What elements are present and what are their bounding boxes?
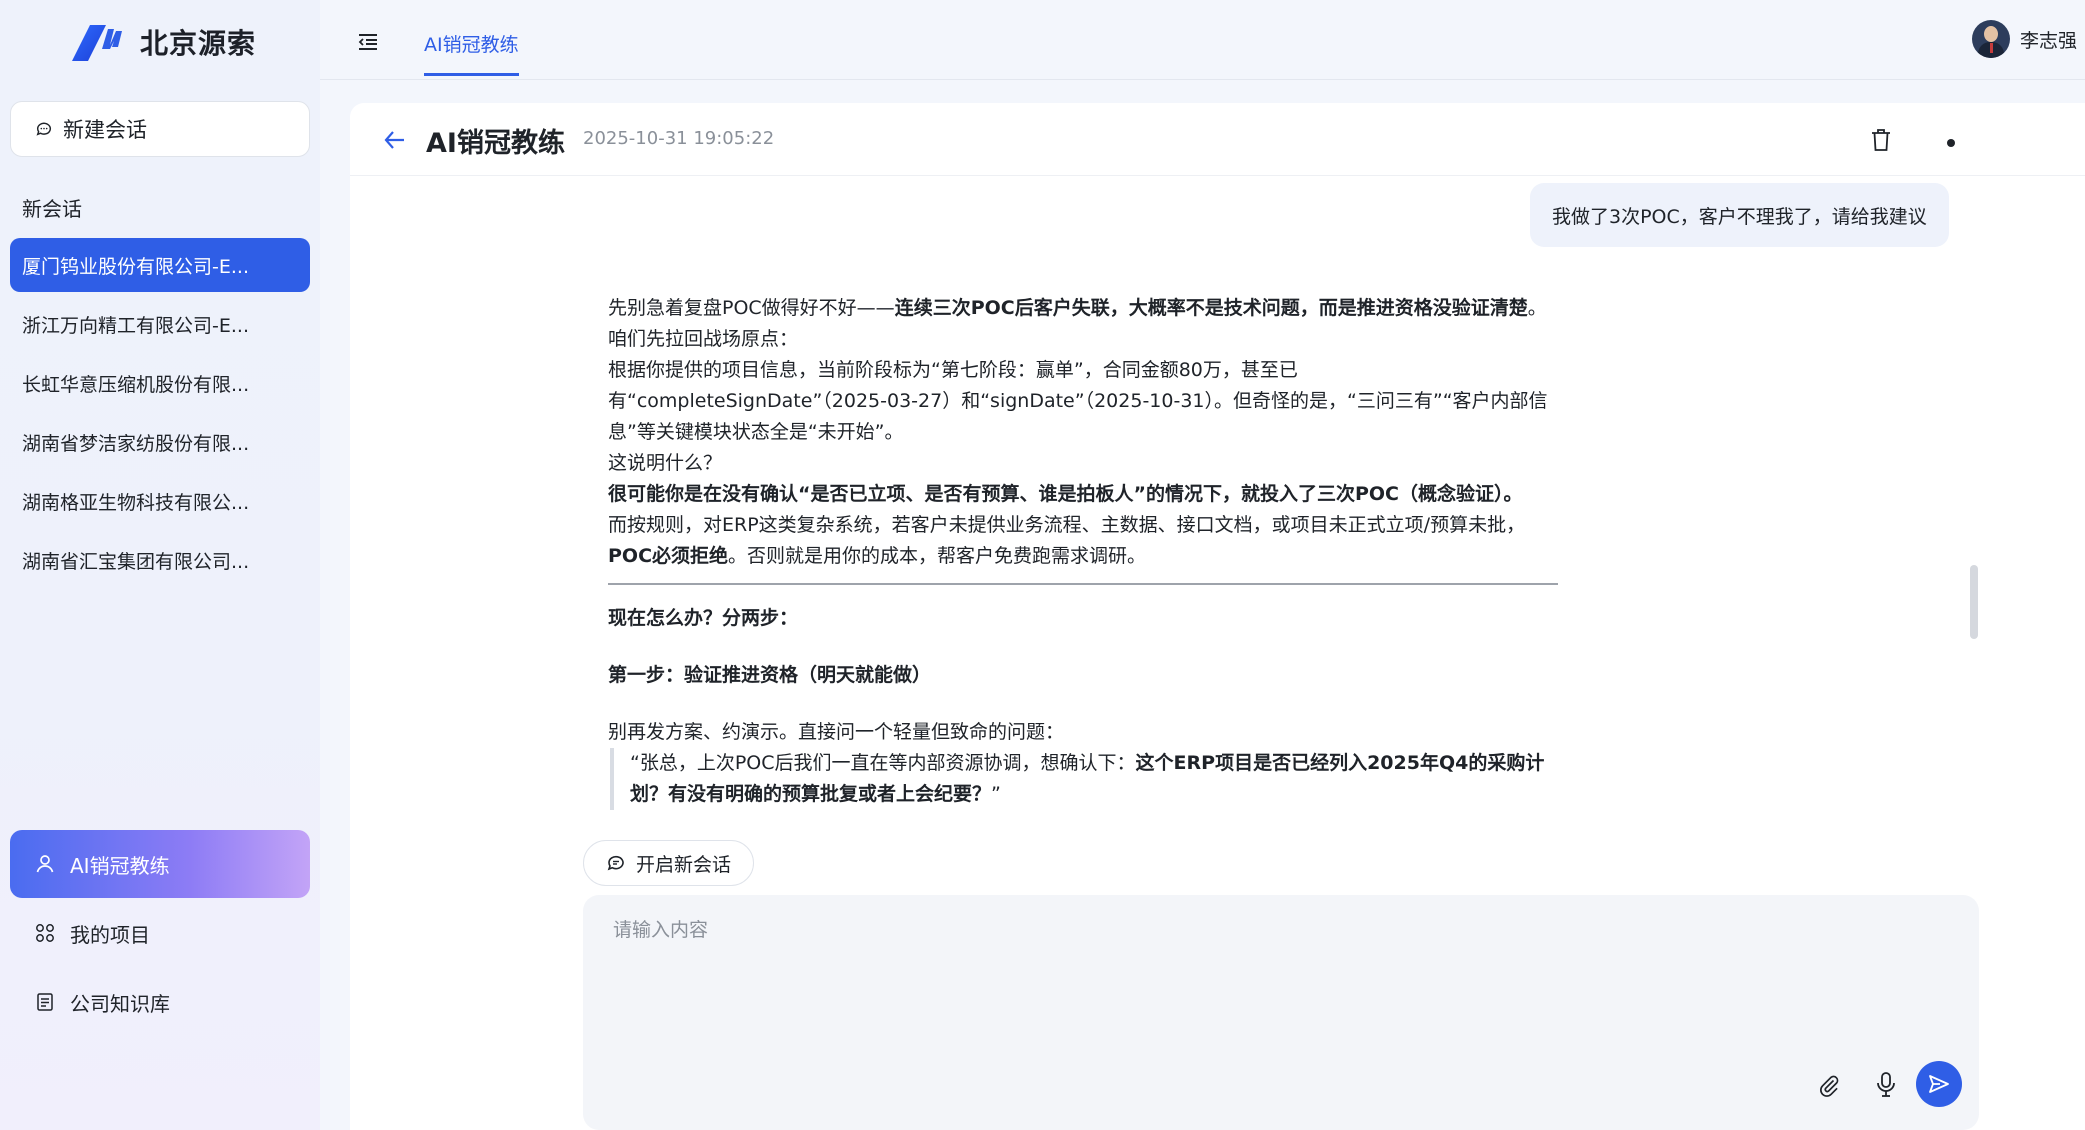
brand-logo-icon bbox=[70, 23, 128, 61]
conversation-item[interactable]: 长虹华意压缩机股份有限... bbox=[10, 356, 310, 410]
conversation-item[interactable]: 湖南省梦洁家纺股份有限... bbox=[10, 415, 310, 469]
scrollbar-thumb[interactable] bbox=[1970, 565, 1978, 639]
nav-item-ai-coach[interactable]: AI销冠教练 bbox=[10, 830, 310, 898]
message-composer bbox=[583, 895, 1979, 1130]
start-new-session-label: 开启新会话 bbox=[636, 853, 732, 876]
user-icon bbox=[36, 855, 54, 873]
conversation-label: 湖南省汇宝集团有限公司... bbox=[22, 550, 250, 573]
nav-item-my-projects[interactable]: 我的项目 bbox=[10, 899, 310, 967]
paperclip-icon[interactable] bbox=[1817, 1073, 1841, 1097]
main-nav: AI销冠教练 我的项目 公司知识库 bbox=[10, 830, 310, 1037]
top-bar: AI销冠教练 李志强 bbox=[320, 0, 2085, 80]
trash-icon[interactable] bbox=[1869, 127, 1893, 153]
conversation-list: 厦门钨业股份有限公司-E... 浙江万向精工有限公司-E... 长虹华意压缩机股… bbox=[10, 238, 310, 592]
brand-name: 北京源索 bbox=[140, 27, 257, 60]
conversation-item[interactable]: 浙江万向精工有限公司-E... bbox=[10, 297, 310, 351]
answer-paragraph: 先别急着复盘POC做得好不好——连续三次POC后客户失联，大概率不是技术问题，而… bbox=[608, 297, 1547, 319]
answer-heading: 第一步：验证推进资格（明天就能做） bbox=[608, 664, 932, 686]
nav-item-knowledge-base[interactable]: 公司知识库 bbox=[10, 968, 310, 1036]
conversation-label: 厦门钨业股份有限公司-E... bbox=[22, 255, 249, 278]
conversation-label: 长虹华意压缩机股份有限... bbox=[22, 373, 250, 396]
conversation-label: 湖南格亚生物科技有限公... bbox=[22, 491, 250, 514]
divider bbox=[608, 583, 1558, 585]
chat-bubble-icon bbox=[607, 855, 624, 871]
answer-paragraph: 很可能你是在没有确认“是否已立项、是否有预算、谁是拍板人”的情况下，就投入了三次… bbox=[608, 483, 1523, 505]
answer-paragraph: 而按规则，对ERP这类复杂系统，若客户未提供业务流程、主数据、接口文档，或项目未… bbox=[608, 514, 1526, 567]
menu-fold-icon[interactable] bbox=[356, 30, 380, 54]
send-button[interactable] bbox=[1916, 1061, 1962, 1107]
nav-item-label: 我的项目 bbox=[70, 922, 150, 947]
answer-heading: 现在怎么办？分两步： bbox=[608, 607, 799, 629]
new-chat-button[interactable]: 新建会话 bbox=[10, 101, 310, 157]
message-input[interactable] bbox=[613, 915, 1943, 1035]
nav-item-label: 公司知识库 bbox=[70, 991, 170, 1016]
avatar bbox=[1971, 20, 2010, 58]
more-icon[interactable] bbox=[1947, 139, 1955, 147]
answer-paragraph: 咱们先拉回战场原点： bbox=[608, 328, 799, 350]
brand-logo[interactable]: 北京源索 bbox=[70, 22, 256, 62]
conversation-item[interactable]: 湖南省汇宝集团有限公司... bbox=[10, 533, 310, 587]
microphone-icon[interactable] bbox=[1874, 1071, 1898, 1099]
user-message: 我做了3次POC，客户不理我了，请给我建议 bbox=[1530, 183, 1949, 247]
conversation-item[interactable]: 厦门钨业股份有限公司-E... bbox=[10, 238, 310, 292]
sidebar: 北京源索 新建会话 新会话 厦门钨业股份有限公司-E... 浙江万向精工有限公司… bbox=[0, 0, 320, 1130]
nav-item-label: AI销冠教练 bbox=[70, 853, 170, 878]
grid-icon bbox=[36, 924, 54, 942]
answer-paragraph: 这说明什么？ bbox=[608, 452, 723, 474]
conversation-label: 浙江万向精工有限公司-E... bbox=[22, 314, 249, 337]
document-icon bbox=[37, 993, 53, 1011]
chat-panel: AI销冠教练 2025-10-31 19:05:22 我做了3次POC，客户不理… bbox=[350, 103, 2085, 1130]
start-new-session-button[interactable]: 开启新会话 bbox=[583, 840, 755, 886]
answer-quote: “张总，上次POC后我们一直在等内部资源协调，想确认下：这个ERP项目是否已经列… bbox=[610, 748, 1558, 810]
conversation-item[interactable]: 湖南格亚生物科技有限公... bbox=[10, 474, 310, 528]
tab-ai-coach[interactable]: AI销冠教练 bbox=[424, 30, 519, 76]
conversation-label: 湖南省梦洁家纺股份有限... bbox=[22, 432, 250, 455]
answer-paragraph: 根据你提供的项目信息，当前阶段标为“第七阶段：赢单”，合同金额80万，甚至已有“… bbox=[608, 359, 1548, 443]
chat-timestamp: 2025-10-31 19:05:22 bbox=[583, 128, 775, 149]
chat-title: AI销冠教练 bbox=[426, 128, 565, 159]
chat-header: AI销冠教练 2025-10-31 19:05:22 bbox=[350, 103, 2085, 176]
chat-bubble-icon bbox=[36, 122, 51, 136]
answer-paragraph: 别再发方案、约演示。直接问一个轻量但致命的问题： bbox=[608, 721, 1065, 743]
assistant-message: 先别急着复盘POC做得好不好——连续三次POC后客户失联，大概率不是技术问题，而… bbox=[608, 293, 1558, 823]
send-icon bbox=[1929, 1075, 1949, 1093]
user-menu[interactable]: 李志强 bbox=[1971, 20, 2077, 58]
section-label: 新会话 bbox=[22, 197, 82, 221]
user-name: 李志强 bbox=[2019, 29, 2077, 52]
arrow-left-icon[interactable] bbox=[382, 127, 408, 153]
new-chat-label: 新建会话 bbox=[63, 118, 147, 142]
